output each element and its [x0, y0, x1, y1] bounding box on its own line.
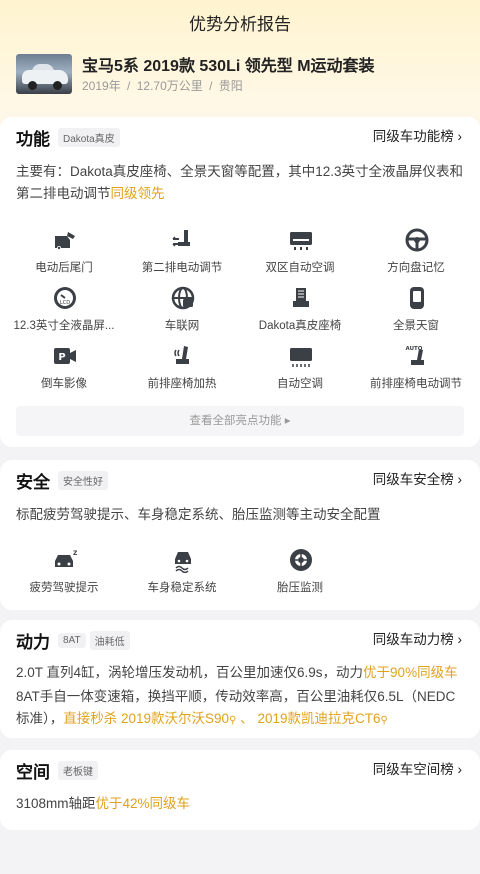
feature-item[interactable]: 第二排电动调节 — [122, 227, 242, 283]
feature-label: 车联网 — [164, 320, 200, 332]
power-tag-transmission: 8AT — [58, 632, 86, 648]
svg-text:AUTO: AUTO — [406, 346, 423, 352]
car-thumbnail — [16, 54, 72, 94]
power-rank-link[interactable]: 同级车动力榜 › — [373, 620, 462, 660]
feature-item[interactable]: Dakota真皮座椅 — [240, 285, 360, 341]
space-card: 空间 老板键 同级车空间榜 › 3108mm轴距优于42%同级车 — [0, 750, 480, 830]
power-card: 动力 8AT 油耗低 同级车动力榜 › 2.0T 直列4缸，涡轮增压发动机，百公… — [0, 620, 480, 738]
features-rank-link[interactable]: 同级车功能榜 › — [373, 117, 462, 157]
search-icon: ⚲ — [380, 715, 388, 726]
feature-item[interactable]: 方向盘记忆 — [356, 227, 476, 283]
feature-item[interactable]: 全景天窗 — [356, 285, 476, 341]
compare-link-cadillac[interactable]: 2019款凯迪拉克CT6⚲ — [257, 711, 387, 726]
space-desc: 3108mm轴距优于42%同级车 — [16, 793, 466, 815]
safety-rank-link[interactable]: 同级车安全榜 › — [373, 460, 462, 500]
compare-link-volvo[interactable]: 2019款沃尔沃S90⚲ — [121, 711, 236, 726]
safety-item[interactable]: Z 疲劳驾驶提示 — [4, 547, 124, 603]
space-rank-link[interactable]: 同级车空间榜 › — [373, 750, 462, 790]
feature-label: 电动后尾门 — [35, 262, 93, 274]
car-mileage: 12.70万公里 — [136, 79, 203, 93]
features-title: 功能 — [16, 129, 50, 149]
lcd-gauge-icon: LCD — [52, 285, 78, 311]
tire-pressure-icon — [288, 547, 314, 573]
feature-label: 全景天窗 — [393, 320, 439, 332]
safety-tag: 安全性好 — [58, 470, 108, 490]
features-card: 功能 Dakota真皮 同级车功能榜 › 主要有：Dakota真皮座椅、全景天窗… — [0, 117, 480, 447]
safety-title: 安全 — [16, 472, 50, 492]
safety-item[interactable]: 胎压监测 — [240, 547, 360, 603]
compare-separator: 、 — [240, 711, 254, 726]
meta-separator: / — [209, 79, 213, 93]
svg-text:LCD: LCD — [60, 300, 70, 306]
power-desc-engine: 2.0T 直列4缸，涡轮增压发动机，百公里加速仅6.9s，动力优于90%同级车 — [16, 662, 466, 684]
power-desc-highlight-prefix: 直接秒杀 — [63, 711, 118, 726]
sunroof-icon — [404, 285, 430, 311]
power-desc-engine-highlight: 优于90%同级车 — [363, 665, 458, 680]
car-summary[interactable]: 宝马5系 2019款 530Li 领先型 M运动套装 2019年 / 12.70… — [16, 52, 466, 96]
features-desc-main: 主要有：Dakota真皮座椅、全景天窗等配置，其中12.3英寸全液晶屏仪表和第二… — [16, 164, 464, 201]
car-name: 宝马5系 2019款 530Li 领先型 M运动套装 — [82, 58, 375, 75]
feature-item[interactable]: 自动空调 — [240, 343, 360, 399]
auto-ac-icon — [288, 343, 314, 369]
feature-item[interactable]: LCD 12.3英寸全液晶屏... — [4, 285, 124, 341]
safety-card: 安全 安全性好 同级车安全榜 › 标配疲劳驾驶提示、车身稳定系统、胎压监测等主动… — [0, 460, 480, 610]
feature-label: 自动空调 — [277, 378, 323, 390]
tailgate-icon — [52, 227, 78, 253]
power-desc-engine-main: 2.0T 直列4缸，涡轮增压发动机，百公里加速仅6.9s，动力 — [16, 665, 364, 680]
space-title: 空间 — [16, 762, 50, 782]
feature-item[interactable]: 双区自动空调 — [240, 227, 360, 283]
features-tag: Dakota真皮 — [58, 127, 120, 147]
feature-label: 第二排电动调节 — [141, 262, 223, 274]
parking-camera-icon: P — [52, 343, 78, 369]
meta-separator: / — [127, 79, 131, 93]
ac-icon — [288, 227, 314, 253]
feature-item[interactable]: AUTO 前排座椅电动调节 — [356, 343, 476, 399]
leather-seat-icon — [288, 285, 314, 311]
feature-label: 前排座椅加热 — [147, 378, 217, 390]
seat-heat-icon — [170, 343, 196, 369]
esp-icon — [170, 547, 196, 574]
search-icon: ⚲ — [229, 715, 237, 726]
car-year: 2019年 — [82, 79, 121, 93]
feature-label: 12.3英寸全液晶屏... — [13, 320, 115, 332]
space-desc-main: 3108mm轴距 — [16, 796, 96, 811]
safety-label: 车身稳定系统 — [147, 582, 217, 594]
globe-icon — [170, 285, 196, 311]
feature-label: Dakota真皮座椅 — [258, 320, 342, 332]
power-title: 动力 — [16, 632, 50, 652]
safety-label: 胎压监测 — [277, 582, 323, 594]
page-title: 优势分析报告 — [189, 15, 291, 34]
feature-label: 倒车影像 — [41, 378, 87, 390]
safety-label: 疲劳驾驶提示 — [29, 582, 99, 594]
feature-item[interactable]: 前排座椅加热 — [122, 343, 242, 399]
feature-item[interactable]: 电动后尾门 — [4, 227, 124, 283]
feature-label: 前排座椅电动调节 — [370, 378, 462, 390]
view-all-features-button[interactable]: 查看全部亮点功能 ▸ — [16, 406, 464, 436]
compare-link-cadillac-label: 2019款凯迪拉克CT6 — [257, 711, 381, 726]
svg-text:Z: Z — [73, 550, 78, 557]
safety-desc: 标配疲劳驾驶提示、车身稳定系统、胎压监测等主动安全配置 — [16, 507, 381, 522]
car-city: 贵阳 — [218, 79, 243, 93]
seat-adjust-icon — [170, 227, 196, 253]
power-tag-fuel: 油耗低 — [89, 630, 130, 650]
feature-label: 双区自动空调 — [265, 262, 335, 274]
feature-label: 方向盘记忆 — [387, 262, 445, 274]
safety-item[interactable]: 车身稳定系统 — [122, 547, 242, 603]
drowsy-car-icon: Z — [52, 547, 78, 573]
features-desc-highlight: 同级领先 — [110, 186, 165, 201]
svg-text:P: P — [58, 352, 65, 363]
feature-item[interactable]: P 倒车影像 — [4, 343, 124, 399]
auto-seat-icon: AUTO — [404, 343, 430, 369]
features-desc: 主要有：Dakota真皮座椅、全景天窗等配置，其中12.3英寸全液晶屏仪表和第二… — [16, 161, 466, 205]
power-desc-transmission: 8AT手自一体变速箱，换挡平顺，传动效率高，百公里油耗仅6.5L（NEDC标准）… — [16, 686, 466, 732]
space-desc-highlight: 优于42%同级车 — [95, 796, 191, 811]
compare-link-volvo-label: 2019款沃尔沃S90 — [121, 711, 230, 726]
feature-item[interactable]: 车联网 — [122, 285, 242, 341]
car-meta: 2019年 / 12.70万公里 / 贵阳 — [82, 77, 243, 94]
space-tag: 老板键 — [58, 760, 98, 780]
steering-wheel-icon — [404, 227, 430, 253]
